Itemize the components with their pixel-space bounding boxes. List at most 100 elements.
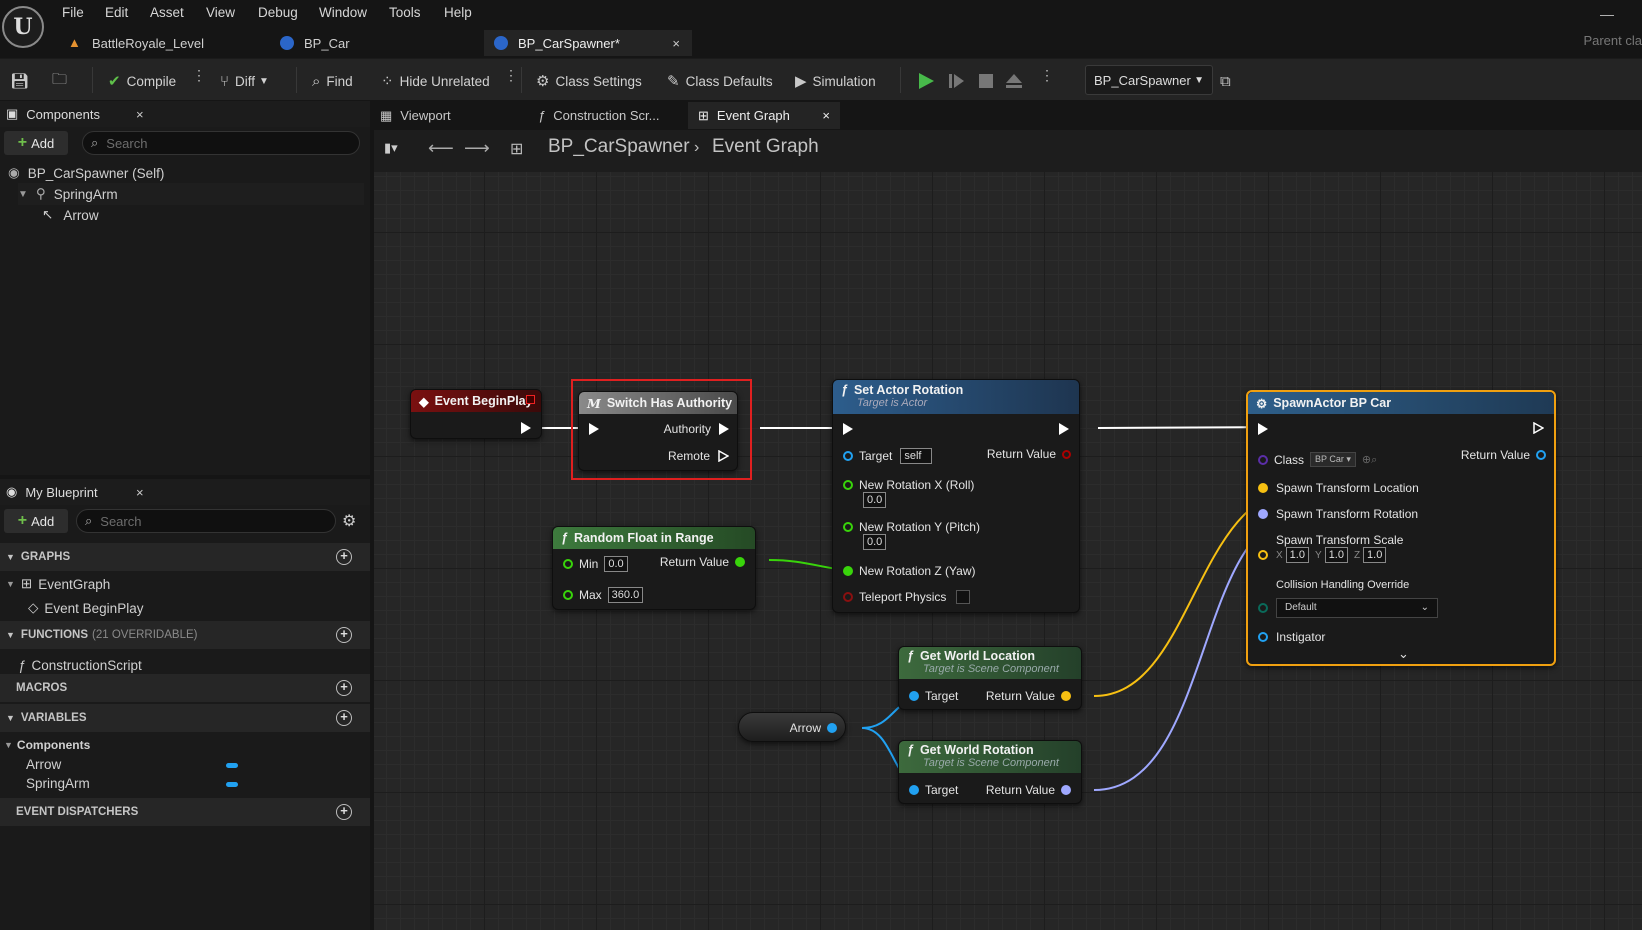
authority-pin[interactable]: Authority — [664, 422, 729, 436]
exec-out-pin[interactable] — [1059, 423, 1069, 435]
stop-icon[interactable] — [976, 71, 996, 91]
event-beginplay-item[interactable]: ◇ Event BeginPlay — [28, 600, 143, 616]
exec-out-pin[interactable] — [1533, 422, 1544, 434]
tab-construction-script[interactable]: ƒ Construction Scr... — [528, 102, 678, 129]
doc-tab-bp-carspawner[interactable]: BP_CarSpawner* × — [484, 30, 692, 56]
rotation-x-pin[interactable]: New Rotation X (Roll) — [843, 478, 974, 492]
exec-in-pin[interactable] — [843, 423, 853, 435]
close-icon[interactable]: × — [672, 36, 680, 51]
close-icon[interactable]: × — [136, 107, 144, 122]
section-graphs[interactable]: ▼ GRAPHS + — [0, 543, 370, 571]
hide-unrelated-button[interactable]: ⁘ Hide Unrelated — [381, 70, 490, 92]
add-variable-icon[interactable]: + — [336, 710, 352, 726]
max-value-field[interactable]: 360.0 — [607, 587, 644, 603]
add-member-button[interactable]: + Add — [4, 509, 68, 533]
play-icon[interactable] — [916, 71, 936, 91]
target-value-field[interactable]: self — [900, 448, 933, 464]
return-value-pin[interactable]: Return Value — [1461, 448, 1546, 462]
components-search-input[interactable]: ⌕ Search — [82, 131, 360, 155]
function-constructionscript[interactable]: ƒ ConstructionScript — [18, 658, 142, 673]
exec-in-pin[interactable] — [589, 423, 599, 435]
minimize-icon[interactable]: — — [1600, 6, 1614, 22]
node-set-actor-rotation[interactable]: ƒ Set Actor Rotation Target is Actor Targ… — [832, 379, 1080, 613]
node-event-beginplay[interactable]: ◆ Event BeginPlay — [410, 389, 542, 439]
variable-arrow[interactable]: Arrow — [26, 757, 61, 772]
section-macros[interactable]: MACROS + — [0, 674, 370, 702]
remote-pin[interactable]: Remote — [668, 449, 729, 463]
return-value-pin[interactable]: Return Value — [986, 689, 1071, 703]
compile-options-icon[interactable]: ⋮ — [192, 68, 206, 82]
section-functions[interactable]: ▼ FUNCTIONS (21 OVERRIDABLE) + — [0, 621, 370, 649]
rotation-y-pin[interactable]: New Rotation Y (Pitch) — [843, 520, 980, 534]
rotation-x-field[interactable]: 0.0 — [863, 492, 887, 508]
menu-debug[interactable]: Debug — [258, 5, 298, 20]
variables-components-category[interactable]: ▼ Components — [4, 738, 90, 752]
event-graph-canvas[interactable]: ▮▾ ⟵ ⟶ ⊞ BP_CarSpawner › Event Graph ◆ E… — [374, 130, 1642, 930]
add-macro-icon[interactable]: + — [336, 680, 352, 696]
node-spawnactor-bp-car[interactable]: ⚙ SpawnActor BP Car Class BP Car ▾ ⊕⌕ Re… — [1246, 390, 1556, 666]
scale-z-field[interactable]: 1.0 — [1363, 547, 1387, 563]
node-get-world-rotation[interactable]: ƒ Get World Rotation Target is Scene Comp… — [898, 740, 1082, 804]
return-value-pin[interactable]: Return Value — [660, 555, 745, 569]
collision-dropdown[interactable]: Default ⌄ — [1276, 598, 1438, 618]
menu-tools[interactable]: Tools — [389, 5, 421, 20]
min-pin[interactable]: Min 0.0 — [563, 556, 628, 572]
exec-out-pin[interactable] — [521, 422, 531, 434]
doc-tab-level[interactable]: ▲ BattleRoyale_Level — [58, 30, 258, 56]
debug-object-dropdown[interactable]: BP_CarSpawner ▼ — [1085, 65, 1213, 95]
class-dropdown[interactable]: BP Car ▾ — [1310, 452, 1356, 467]
doc-tab-bp-car[interactable]: BP_Car — [270, 30, 470, 56]
play-options-icon[interactable]: ⋮ — [1040, 68, 1054, 82]
compile-button[interactable]: ✔ Compile — [108, 70, 176, 92]
target-pin[interactable]: Target — [909, 783, 958, 797]
target-pin[interactable]: Target self — [843, 448, 933, 464]
add-component-button[interactable]: + Add — [4, 131, 68, 155]
delegate-pin-icon[interactable] — [526, 395, 535, 404]
node-switch-has-authority[interactable]: M Switch Has Authority Authority Remote — [578, 391, 738, 471]
class-defaults-button[interactable]: ✎ Class Defaults — [667, 70, 773, 92]
rotation-y-field[interactable]: 0.0 — [863, 534, 887, 550]
section-event-dispatchers[interactable]: EVENT DISPATCHERS + — [0, 798, 370, 826]
menu-help[interactable]: Help — [444, 5, 472, 20]
teleport-physics-pin[interactable]: Teleport Physics — [843, 590, 971, 604]
add-graph-icon[interactable]: + — [336, 549, 352, 565]
class-settings-button[interactable]: ⚙ Class Settings — [536, 70, 642, 92]
simulation-button[interactable]: ▶︎ Simulation — [795, 70, 876, 92]
return-value-pin[interactable]: Return Value — [986, 783, 1071, 797]
target-pin[interactable]: Target — [909, 689, 958, 703]
spawn-scale-pin[interactable]: X 1.0 Y 1.0 Z 1.0 — [1258, 547, 1387, 563]
component-arrow[interactable]: ↖ Arrow — [42, 207, 99, 223]
spawn-rotation-pin[interactable]: Spawn Transform Rotation — [1258, 507, 1418, 521]
add-dispatcher-icon[interactable]: + — [336, 804, 352, 820]
collision-pin[interactable]: Default ⌄ — [1258, 598, 1438, 618]
arrow-output-pin[interactable]: Arrow — [790, 721, 837, 735]
class-pin[interactable]: Class BP Car ▾ ⊕⌕ — [1258, 452, 1377, 467]
node-get-world-location[interactable]: ƒ Get World Location Target is Scene Comp… — [898, 646, 1082, 710]
blueprint-search-input[interactable]: ⌕ Search — [76, 509, 336, 533]
spawn-location-pin[interactable]: Spawn Transform Location — [1258, 481, 1419, 495]
node-arrow-variable[interactable]: Arrow — [738, 712, 846, 742]
browse-icon[interactable]: ⊕⌕ — [1362, 453, 1377, 467]
scale-y-field[interactable]: 1.0 — [1324, 547, 1348, 563]
instigator-pin[interactable]: Instigator — [1258, 630, 1325, 644]
menu-asset[interactable]: Asset — [150, 5, 184, 20]
menu-window[interactable]: Window — [319, 5, 367, 20]
diff-button[interactable]: ⑂ Diff ▼ — [220, 70, 269, 92]
teleport-checkbox[interactable] — [956, 590, 971, 604]
find-button[interactable]: ⌕ Find — [312, 70, 353, 92]
unreal-logo-icon[interactable]: U — [2, 6, 44, 48]
close-icon[interactable]: × — [822, 108, 830, 123]
section-variables[interactable]: ▼ VARIABLES + — [0, 704, 370, 732]
component-self[interactable]: ◉ BP_CarSpawner (Self) — [8, 165, 164, 181]
add-function-icon[interactable]: + — [336, 627, 352, 643]
tab-viewport[interactable]: ▦ Viewport — [370, 102, 520, 129]
menu-file[interactable]: File — [62, 5, 84, 20]
scale-x-field[interactable]: 1.0 — [1285, 547, 1309, 563]
more-options-icon[interactable]: ⋮ — [504, 68, 518, 82]
node-random-float-in-range[interactable]: ƒ Random Float in Range Min 0.0 Max 360.0 … — [552, 526, 756, 610]
rotation-z-pin[interactable]: New Rotation Z (Yaw) — [843, 564, 975, 578]
variable-springarm[interactable]: SpringArm — [26, 776, 90, 791]
max-pin[interactable]: Max 360.0 — [563, 587, 644, 603]
debug-filter-icon[interactable]: ⧉ — [1220, 70, 1237, 92]
menu-view[interactable]: View — [206, 5, 235, 20]
